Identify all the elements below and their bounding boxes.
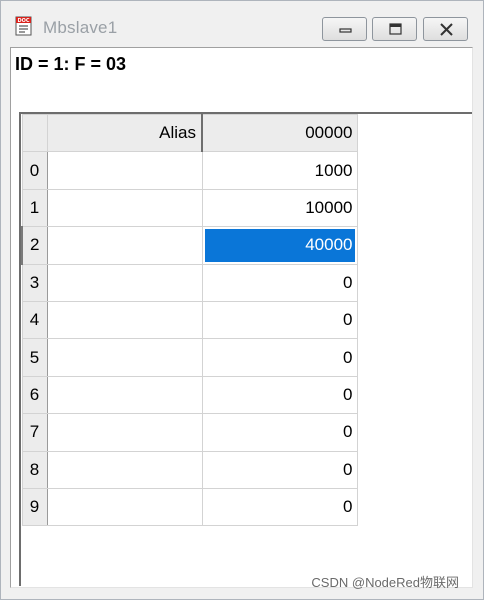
row-header[interactable]: 3 xyxy=(21,263,48,302)
table-row: 7 0 xyxy=(21,413,358,452)
alias-column-header[interactable]: Alias xyxy=(46,113,203,153)
value-cell[interactable]: 0 xyxy=(201,450,358,489)
row-header[interactable]: 0 xyxy=(21,151,48,190)
close-icon xyxy=(440,23,453,36)
alias-cell[interactable] xyxy=(46,263,203,302)
table-row: 2 40000 xyxy=(21,226,358,265)
doc-icon[interactable]: DOC xyxy=(13,15,35,37)
value-cell[interactable]: 0 xyxy=(201,263,358,302)
table-row: 6 0 xyxy=(21,375,358,415)
row-header[interactable]: 9 xyxy=(21,487,48,527)
alias-cell[interactable] xyxy=(46,375,203,415)
table-row: 5 0 xyxy=(21,338,358,377)
alias-cell[interactable] xyxy=(46,188,203,228)
table-row: 8 0 xyxy=(21,450,358,489)
table-row: 4 0 xyxy=(21,300,358,340)
alias-cell[interactable] xyxy=(46,226,203,265)
row-header[interactable]: 5 xyxy=(21,338,48,377)
table-row: 9 0 xyxy=(21,487,358,527)
minimize-button[interactable] xyxy=(322,17,367,41)
value-cell[interactable]: 0 xyxy=(201,338,358,377)
row-header[interactable]: 8 xyxy=(21,450,48,489)
close-button[interactable] xyxy=(423,17,468,41)
selected-value: 40000 xyxy=(204,229,355,262)
row-header[interactable]: 1 xyxy=(21,188,48,228)
table-row: 0 1000 xyxy=(21,151,358,190)
corner-header[interactable] xyxy=(21,113,48,153)
register-table: Alias 00000 0 1000 1 10000 2 40000 3 0 4… xyxy=(21,113,358,527)
table-row: 3 0 xyxy=(21,263,358,302)
address-column-header[interactable]: 00000 xyxy=(201,113,358,153)
value-cell[interactable]: 0 xyxy=(201,487,358,527)
maximize-button[interactable] xyxy=(372,17,417,41)
table-row: 1 10000 xyxy=(21,188,358,228)
app-window: DOC Mbslave1 ID = 1: F = 03 Alias 00000 … xyxy=(0,0,484,600)
watermark-text: CSDN @NodeRed物联网 xyxy=(311,575,459,590)
value-cell[interactable]: 10000 xyxy=(201,188,358,228)
minimize-icon xyxy=(339,28,352,33)
alias-cell[interactable] xyxy=(46,300,203,340)
row-header[interactable]: 4 xyxy=(21,300,48,340)
value-cell[interactable]: 0 xyxy=(201,375,358,415)
title-bar[interactable]: DOC Mbslave1 xyxy=(1,1,483,47)
function-status-label: ID = 1: F = 03 xyxy=(15,54,127,74)
header-row: Alias 00000 xyxy=(21,113,358,153)
alias-cell[interactable] xyxy=(46,413,203,452)
selected-value-cell[interactable]: 40000 xyxy=(201,226,358,265)
client-area: ID = 1: F = 03 Alias 00000 0 1000 1 1000… xyxy=(10,47,473,588)
alias-cell[interactable] xyxy=(46,450,203,489)
svg-text:DOC: DOC xyxy=(17,18,29,24)
value-cell[interactable]: 1000 xyxy=(201,151,358,190)
alias-cell[interactable] xyxy=(46,487,203,527)
register-grid[interactable]: Alias 00000 0 1000 1 10000 2 40000 3 0 4… xyxy=(19,112,472,586)
row-header[interactable]: 6 xyxy=(21,375,48,415)
maximize-icon xyxy=(389,23,402,35)
alias-cell[interactable] xyxy=(46,338,203,377)
value-cell[interactable]: 0 xyxy=(201,300,358,340)
row-header[interactable]: 7 xyxy=(21,413,48,452)
row-header-active[interactable]: 2 xyxy=(21,226,48,265)
value-cell[interactable]: 0 xyxy=(201,413,358,452)
window-title: Mbslave1 xyxy=(43,18,118,37)
alias-cell[interactable] xyxy=(46,151,203,190)
